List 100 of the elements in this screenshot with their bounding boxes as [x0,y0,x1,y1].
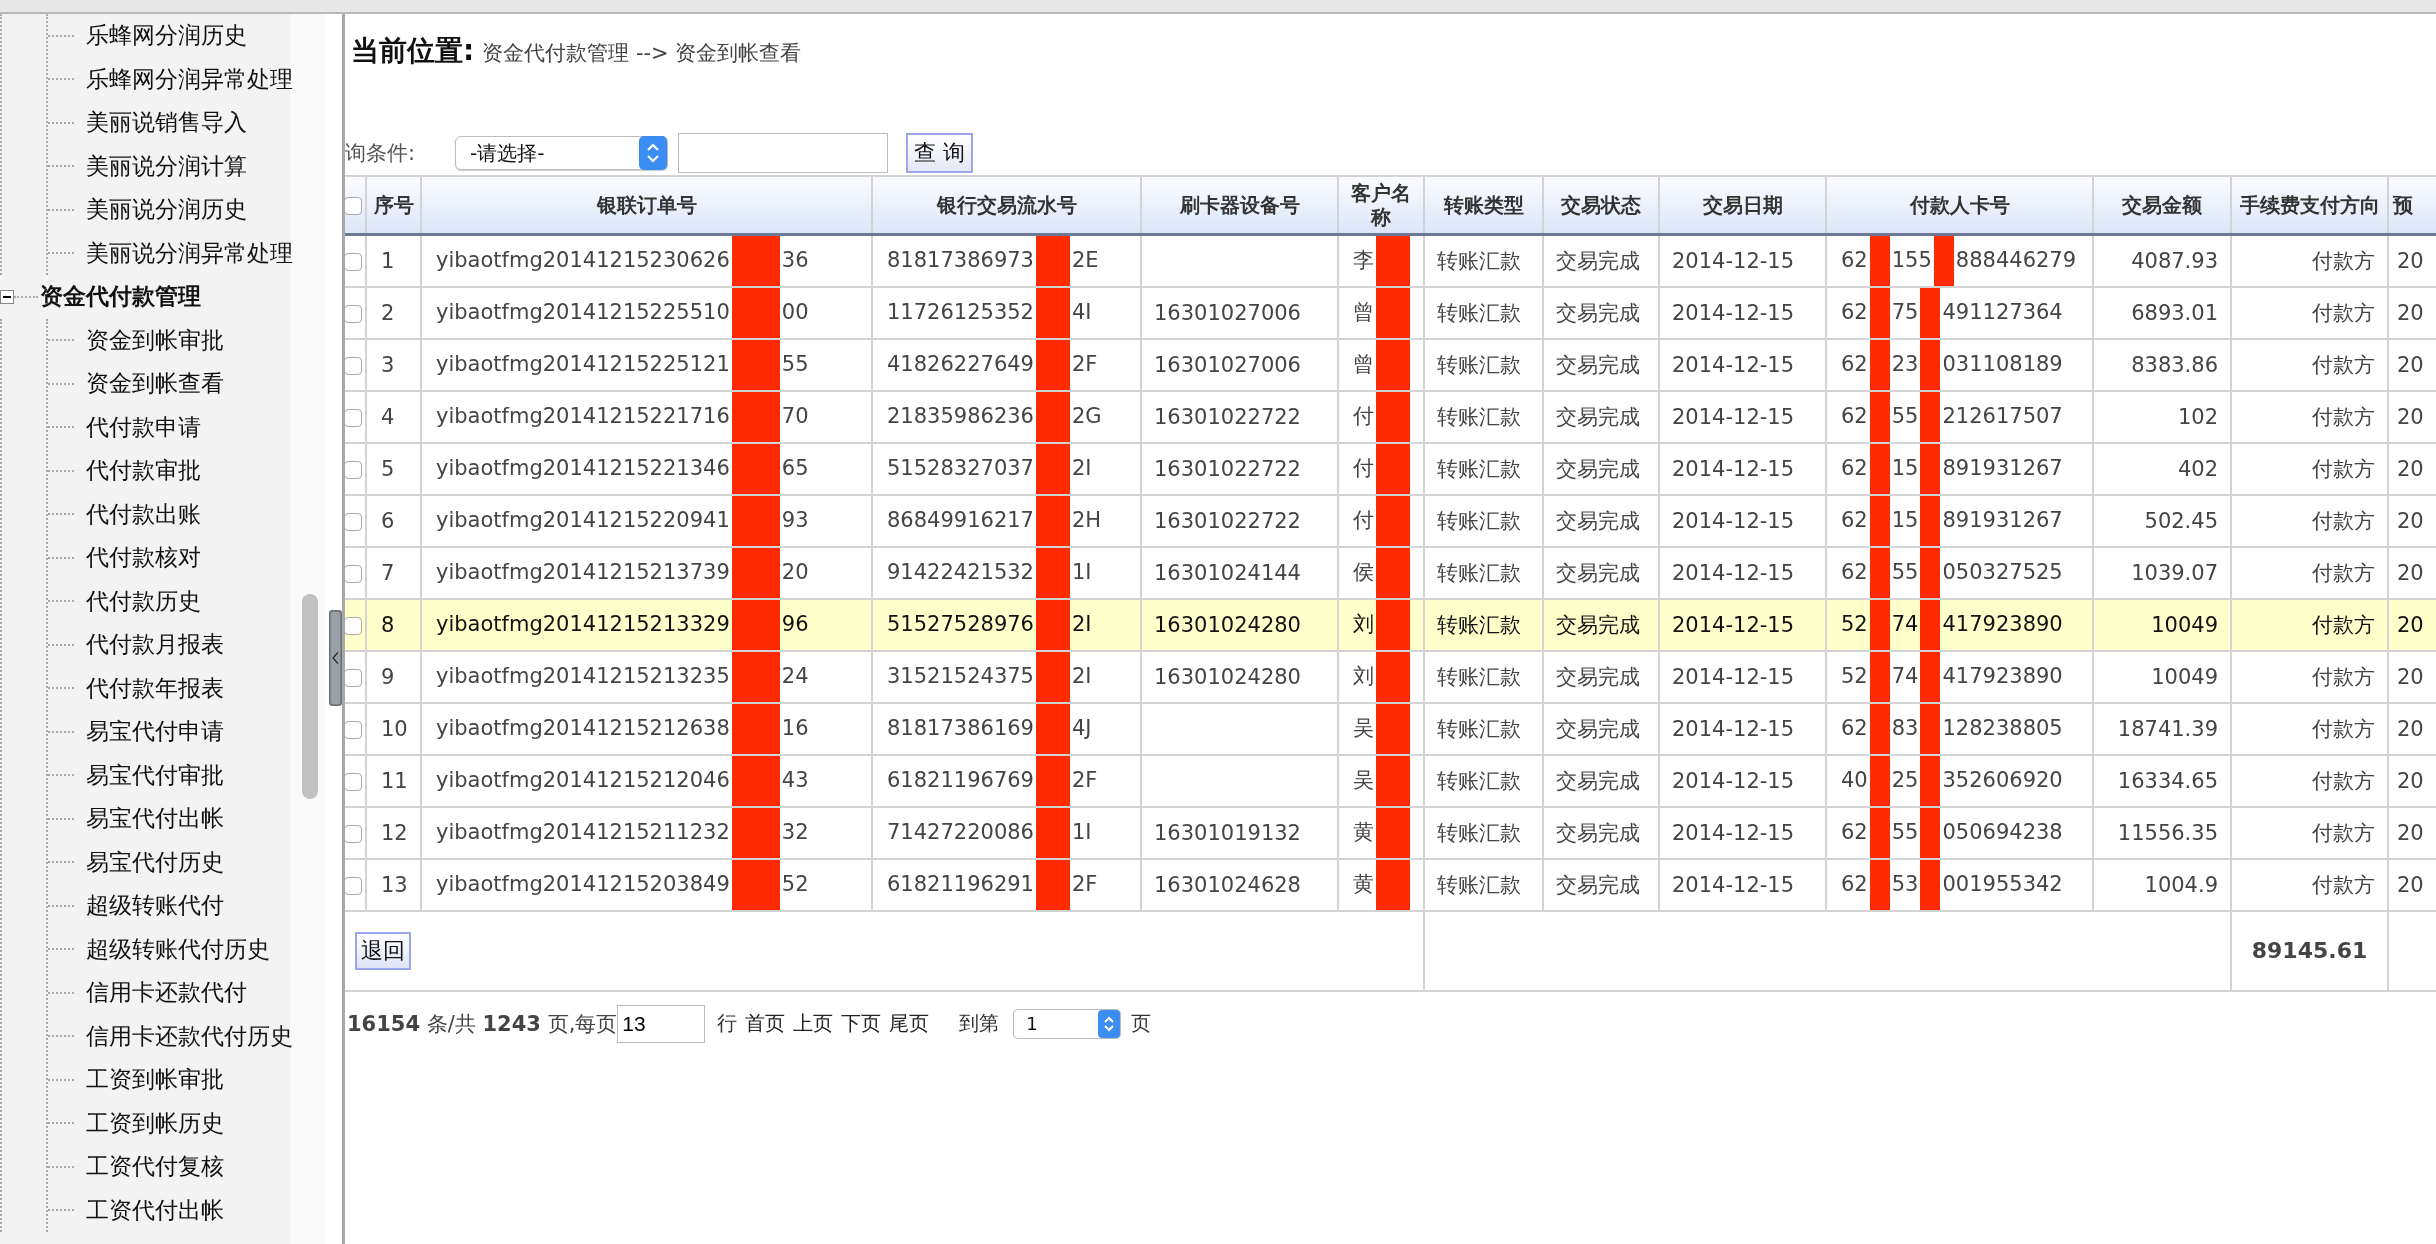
redaction-mark [1869,600,1890,649]
row-checkbox[interactable] [345,824,362,843]
sidebar-item[interactable]: 工资到帐历史 [86,1107,224,1139]
table-cell: 20 [2397,248,2424,273]
table-cell: 43 [781,767,809,792]
query-input[interactable] [678,133,888,173]
row-checkbox[interactable] [345,356,362,375]
table-cell: 转账汇款 [1437,508,1521,533]
row-checkbox[interactable] [345,616,362,635]
redaction-mark [1036,548,1070,597]
back-button[interactable]: 退回 [355,931,411,970]
sidebar-item[interactable]: 易宝代付申请 [86,716,224,748]
table-cell: 付 [1353,403,1374,428]
table-cell: 16301022722 [1154,404,1301,429]
table-cell: yibaotfmg20141215221346 [436,455,730,480]
table-cell: 20 [2397,872,2424,897]
page-link[interactable]: 下页 [841,1010,882,1037]
table-cell: 16301022722 [1154,456,1301,481]
table-cell: 16301024144 [1154,560,1301,585]
sidebar-item[interactable]: 易宝代付审批 [86,759,224,791]
sidebar-item[interactable]: 代付款核对 [86,542,201,574]
row-checkbox[interactable] [345,460,362,479]
table-cell: 转账汇款 [1437,300,1521,325]
table-cell: 93 [781,507,809,532]
table-cell: 转账汇款 [1437,404,1521,429]
table-cell: 74 [1891,611,1919,636]
redaction-mark [1036,496,1070,545]
sidebar-group[interactable]: 资金代付款管理 [40,281,201,313]
redaction-mark [1376,444,1410,493]
page-size-input[interactable]: 13 [617,1004,706,1043]
sidebar-item[interactable]: 代付款申请 [86,411,201,443]
breadcrumb-path: 资金代付款管理 --> 资金到帐查看 [482,40,802,67]
table-cell: 11 [381,768,408,793]
page-link[interactable]: 上页 [793,1010,834,1037]
collapse-toggle-icon[interactable] [0,289,14,304]
sidebar-item[interactable]: 代付款年报表 [86,672,224,704]
sidebar-item[interactable]: 美丽说销售导入 [86,107,247,139]
table-cell: 1I [1072,559,1092,584]
page-link[interactable]: 首页 [745,1010,786,1037]
table-cell: 10049 [2151,664,2218,689]
row-checkbox[interactable] [345,668,362,687]
sidebar-item[interactable]: 易宝代付历史 [86,846,224,878]
sidebar-item[interactable]: 代付款审批 [86,455,201,487]
sidebar-item[interactable]: 工资到帐审批 [86,1064,224,1096]
table-cell: 付款方 [2312,404,2375,429]
table-cell: 050327525 [1942,559,2063,584]
redaction-mark [1036,288,1070,337]
sidebar-item[interactable]: 超级转账代付 [86,890,224,922]
redaction-mark [1376,392,1410,441]
query-button[interactable]: 查 询 [906,133,973,173]
table-cell: 36 [781,247,809,272]
scrollbar-thumb[interactable] [302,594,318,799]
sidebar-item[interactable]: 美丽说分润异常处理 [86,237,293,269]
select-all-checkbox[interactable] [345,197,362,216]
redaction-mark [1036,236,1070,285]
sidebar-item[interactable]: 代付款出账 [86,498,201,530]
row-checkbox[interactable] [345,304,362,323]
row-checkbox[interactable] [345,252,362,271]
page-link[interactable]: 尾页 [889,1010,930,1037]
redaction-mark [1036,600,1070,649]
sidebar-item[interactable]: 资金到帐审批 [86,324,224,356]
redaction-mark [1869,444,1890,493]
column-header: 手续费支付方向 [2239,192,2380,217]
sidebar-item[interactable]: 代付款月报表 [86,629,224,661]
page-select[interactable]: 1 [1013,1008,1122,1039]
sidebar-item[interactable]: 美丽说分润计算 [86,150,247,182]
redaction-mark [1869,704,1890,753]
row-checkbox[interactable] [345,772,362,791]
sidebar-item[interactable]: 信用卡还款代付历史 [86,1020,293,1052]
total-amount: 89145.61 [2251,938,2368,963]
row-checkbox[interactable] [345,408,362,427]
table-cell: 8 [381,612,395,637]
redaction-mark [731,288,780,337]
sidebar-item[interactable]: 信用卡还款代付 [86,977,247,1009]
table-cell: yibaotfmg20141215211232 [436,819,730,844]
table-cell: 65 [781,455,809,480]
sidebar-item[interactable]: 工资代付出帐 [86,1194,224,1226]
sidebar-item[interactable]: 超级转账代付历史 [86,933,270,965]
table-cell: yibaotfmg20141215212046 [436,767,730,792]
sidebar-item[interactable]: 工资代付复核 [86,1151,224,1183]
sidebar-item[interactable]: 资金到帐查看 [86,368,224,400]
sidebar-item[interactable]: 美丽说分润历史 [86,194,247,226]
sidebar-item[interactable]: 乐蜂网分润异常处理 [86,63,293,95]
sidebar-item[interactable]: 易宝代付出帐 [86,803,224,835]
sidebar-item[interactable]: 代付款历史 [86,585,201,617]
row-checkbox[interactable] [345,512,362,531]
table-cell: 62 [1841,351,1868,376]
row-checkbox[interactable] [345,564,362,583]
redaction-mark [1376,548,1410,597]
redaction-mark [1869,340,1890,389]
sidebar-item[interactable]: 乐蜂网分润历史 [86,20,247,52]
redaction-mark [1036,860,1070,909]
condition-select[interactable]: -请选择- [455,136,668,170]
table-cell: 16301027006 [1154,300,1301,325]
redaction-mark [1920,600,1941,649]
table-cell: 21835986236 [887,403,1034,428]
table-cell: yibaotfmg20141215225510 [436,299,730,324]
row-checkbox[interactable] [345,720,362,739]
row-checkbox[interactable] [345,876,362,895]
table-cell: 55 [1891,559,1919,584]
